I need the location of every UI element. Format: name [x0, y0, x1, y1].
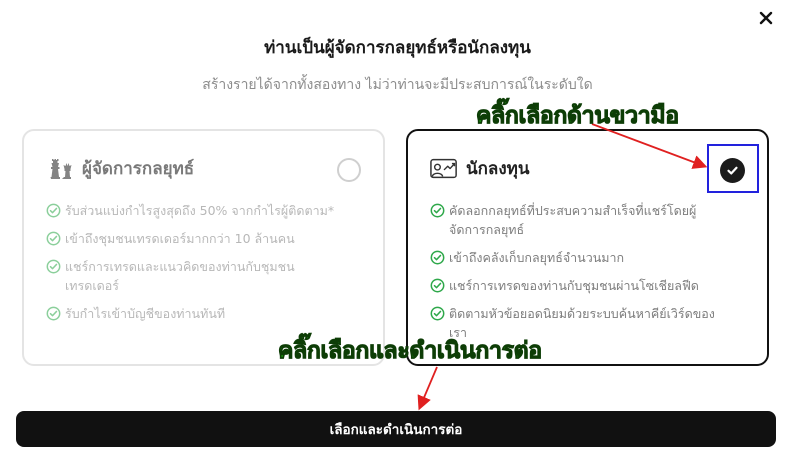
feature-item: รับกำไรเข้าบัญชีของท่านทันที	[46, 304, 346, 323]
close-icon	[759, 11, 773, 25]
feature-item: คัดลอกกลยุทธ์ที่ประสบความสำเร็จที่แชร์โด…	[430, 201, 730, 239]
check-circle-icon	[46, 259, 61, 274]
check-circle-icon	[430, 250, 445, 265]
option-card-investor[interactable]: นักลงทุน คัดลอกกลยุทธ์ที่ประสบความสำเร็จ…	[406, 129, 769, 366]
feature-item: แชร์การเทรดและแนวคิดของท่านกับชุมชนเทรดเ…	[46, 257, 346, 295]
checkmark-icon	[727, 166, 738, 175]
feature-item: รับส่วนแบ่งกำไรสูงสุดถึง 50% จากกำไรผู้ต…	[46, 201, 346, 220]
investor-chart-icon	[430, 156, 458, 182]
dialog-title: ท่านเป็นผู้จัดการกลยุทธ์หรือนักลงทุน	[264, 38, 531, 58]
card-title: นักลงทุน	[466, 159, 530, 179]
card-header: นักลงทุน	[430, 155, 529, 182]
feature-item: แชร์การเทรดของท่านกับชุมชนผ่านโซเชียลฟีด	[430, 276, 730, 295]
check-circle-icon	[430, 203, 445, 218]
check-circle-icon	[46, 231, 61, 246]
check-circle-icon	[46, 203, 61, 218]
feature-list: คัดลอกกลยุทธ์ที่ประสบความสำเร็จที่แชร์โด…	[430, 201, 730, 351]
annotation-select-continue: คลิ๊กเลือกและดำเนินการต่อ	[278, 338, 543, 365]
feature-list: รับส่วนแบ่งกำไรสูงสุดถึง 50% จากกำไรผู้ต…	[46, 201, 346, 332]
check-circle-icon	[46, 306, 61, 321]
check-circle-icon	[430, 306, 445, 321]
close-button[interactable]	[756, 8, 776, 28]
continue-button[interactable]: เลือกและดำเนินการต่อ	[16, 411, 776, 447]
chess-pieces-icon	[46, 156, 74, 182]
feature-item: เข้าถึงชุมชนเทรดเดอร์มากกว่า 10 ล้านคน	[46, 229, 346, 248]
card-title: ผู้จัดการกลยุทธ์	[82, 159, 195, 179]
dialog-subtitle: สร้างรายได้จากทั้งสองทาง ไม่ว่าท่านจะมีป…	[202, 77, 593, 93]
card-header: ผู้จัดการกลยุทธ์	[46, 155, 194, 182]
arrow-to-button	[417, 366, 438, 411]
radio-selected[interactable]	[720, 158, 745, 183]
check-circle-icon	[430, 278, 445, 293]
annotation-select-right: คลิ๊กเลือกด้านขวามือ	[476, 103, 680, 130]
option-card-manager[interactable]: ผู้จัดการกลยุทธ์ รับส่วนแบ่งกำไรสูงสุดถึ…	[22, 129, 385, 366]
feature-item: เข้าถึงคลังเก็บกลยุทธ์จำนวนมาก	[430, 248, 730, 267]
radio-unselected[interactable]	[337, 158, 361, 182]
